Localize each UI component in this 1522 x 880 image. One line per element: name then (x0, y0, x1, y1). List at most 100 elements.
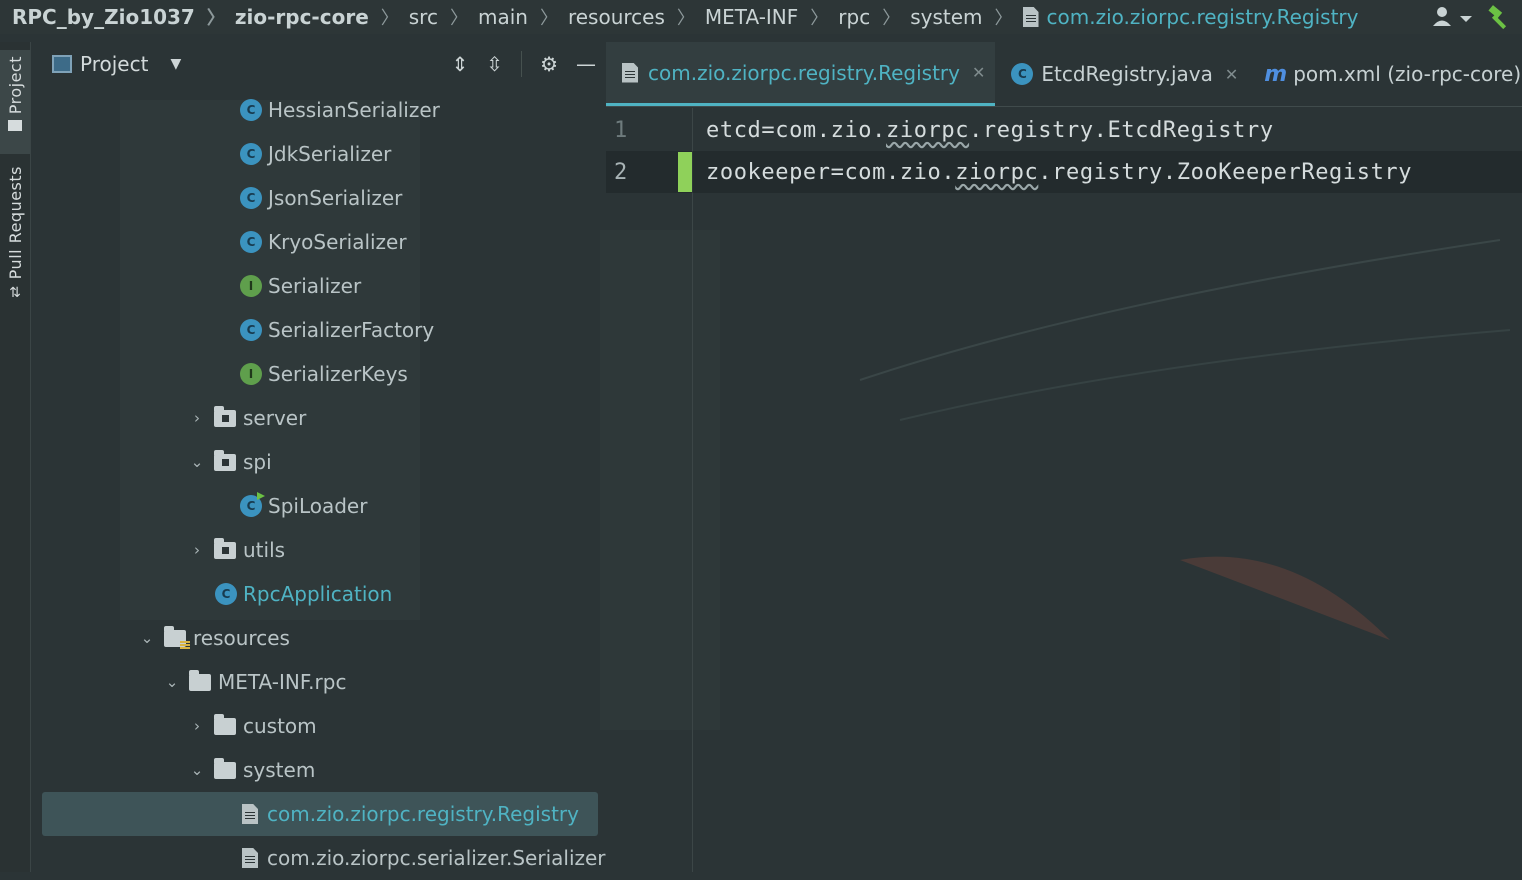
tree-item-label: spi (243, 450, 272, 474)
tree-item-label: com.zio.ziorpc.serializer.Serializer (267, 846, 606, 870)
chevron-down-icon[interactable]: ⌄ (165, 673, 179, 691)
tree-item-hessianserializer[interactable]: C HessianSerializer (240, 88, 440, 132)
chevron-down-icon[interactable]: ⌄ (190, 453, 204, 471)
file-icon (242, 804, 258, 824)
pull-requests-tool-label: Pull Requests (5, 166, 25, 280)
class-icon: C (240, 143, 262, 165)
tree-item-label: custom (243, 714, 317, 738)
tab-label: EtcdRegistry.java (1041, 62, 1213, 86)
tree-item-kryoserializer[interactable]: C KryoSerializer (240, 220, 407, 264)
project-panel: Project ▼ ⇕ ⇳ ⚙ — C HessianSerializer C … (32, 42, 606, 872)
tree-item-label: SerializerFactory (268, 318, 435, 342)
package-folder-icon (214, 405, 236, 427)
tree-item-resources[interactable]: ⌄ resources (140, 616, 290, 660)
tab-label: com.zio.ziorpc.registry.Registry (648, 60, 960, 85)
tree-item-spiloader[interactable]: C SpiLoader (240, 484, 367, 528)
pull-request-icon: ⇅ (9, 285, 21, 302)
tree-item-serializer-file[interactable]: com.zio.ziorpc.serializer.Serializer (242, 836, 606, 880)
build-hammer-icon[interactable] (1486, 4, 1512, 30)
file-icon (242, 848, 258, 868)
tree-item-label: utils (243, 538, 286, 562)
breadcrumb-item-project[interactable]: RPC_by_Zio1037 (0, 5, 195, 29)
tree-item-serializer[interactable]: I Serializer (240, 264, 361, 308)
tab-pom-xml[interactable]: m pom.xml (zio-rpc-core) ✕ (1248, 42, 1522, 106)
tree-item-label: RpcApplication (243, 582, 393, 606)
pull-requests-tool-button[interactable]: Pull Requests ⇅ (0, 166, 30, 314)
chevron-right-icon[interactable]: › (190, 717, 204, 735)
folder-icon (214, 757, 236, 779)
code-line-current[interactable]: 2 zookeeper=com.zio.ziorpc.registry.ZooK… (606, 151, 1522, 193)
chevron-right-icon: 〉 (539, 8, 558, 29)
project-view-selector[interactable]: Project ▼ (52, 52, 181, 76)
tree-item-meta-inf-rpc[interactable]: ⌄ META-INF.rpc (165, 660, 346, 704)
breadcrumb-item-rpc[interactable]: 〉 rpc (798, 4, 870, 30)
class-icon: C (240, 231, 262, 253)
chevron-down-icon[interactable]: ⌄ (190, 761, 204, 779)
tree-item-registry-file[interactable]: com.zio.ziorpc.registry.Registry (42, 792, 598, 836)
tree-item-label: HessianSerializer (268, 98, 440, 122)
code-line[interactable]: 1 etcd=com.zio.ziorpc.registry.EtcdRegis… (606, 109, 1522, 151)
breadcrumb-item-system[interactable]: 〉 system (870, 4, 982, 30)
tree-item-server[interactable]: › server (190, 396, 306, 440)
tree-item-label: KryoSerializer (268, 230, 407, 254)
tab-label: pom.xml (zio-rpc-core) (1293, 62, 1522, 86)
tree-item-rpcapplication[interactable]: C RpcApplication (215, 572, 392, 616)
tree-item-serializerkeys[interactable]: I SerializerKeys (240, 352, 408, 396)
breadcrumb-item-main[interactable]: 〉 main (438, 4, 528, 30)
project-tool-button[interactable]: Project (0, 50, 30, 154)
breadcrumb-item-module[interactable]: 〉 zio-rpc-core (195, 4, 369, 30)
runnable-class-icon: C (240, 492, 265, 517)
minimize-icon[interactable]: — (576, 52, 596, 76)
chevron-right-icon: 〉 (882, 8, 901, 29)
project-panel-header: Project ▼ ⇕ ⇳ ⚙ — (32, 42, 604, 86)
package-folder-icon (214, 449, 236, 471)
chevron-right-icon: 〉 (676, 8, 695, 29)
code-text[interactable]: etcd=com.zio.ziorpc.registry.EtcdRegistr… (706, 118, 1274, 143)
breadcrumb-item-resources[interactable]: 〉 resources (528, 4, 665, 30)
chevron-down-icon[interactable]: ▼ (170, 56, 181, 72)
editor-gutter (606, 108, 693, 872)
tree-item-jdkserializer[interactable]: C JdkSerializer (240, 132, 391, 176)
project-tool-label: Project (5, 56, 25, 115)
toolbar-divider (521, 51, 523, 77)
editor-area: com.zio.ziorpc.registry.Registry ✕ C Etc… (606, 42, 1522, 872)
breadcrumb-item-meta-inf[interactable]: 〉 META-INF (665, 4, 798, 30)
breadcrumb-item-file[interactable]: 〉 com.zio.ziorpc.registry.Registry (983, 4, 1359, 30)
file-icon (1022, 7, 1039, 27)
tree-item-spi[interactable]: ⌄ spi (190, 440, 272, 484)
resources-folder-icon (164, 625, 190, 650)
collapse-all-icon[interactable]: ⇳ (486, 52, 503, 76)
tree-item-system[interactable]: ⌄ system (190, 748, 315, 792)
tree-item-utils[interactable]: › utils (190, 528, 285, 572)
chevron-right-icon: 〉 (380, 8, 399, 29)
tree-item-label: JsonSerializer (268, 186, 403, 210)
interface-icon: I (240, 363, 262, 385)
tree-item-label: com.zio.ziorpc.registry.Registry (267, 802, 579, 826)
tree-item-custom[interactable]: › custom (190, 704, 317, 748)
chevron-right-icon: 〉 (810, 8, 829, 29)
expand-all-icon[interactable]: ⇕ (452, 52, 469, 76)
project-view-icon (52, 55, 72, 73)
user-menu-icon[interactable] (1432, 5, 1474, 29)
chevron-right-icon: 〉 (206, 8, 225, 29)
chevron-right-icon[interactable]: › (190, 541, 204, 559)
code-text[interactable]: zookeeper=com.zio.ziorpc.registry.ZooKee… (706, 160, 1412, 185)
tree-item-label: META-INF.rpc (218, 670, 347, 694)
folder-icon (8, 120, 22, 132)
breadcrumb-item-src[interactable]: 〉 src (369, 4, 438, 30)
editor-tab-bar: com.zio.ziorpc.registry.Registry ✕ C Etc… (606, 42, 1522, 107)
close-icon[interactable]: ✕ (1225, 65, 1238, 84)
tab-registry[interactable]: com.zio.ziorpc.registry.Registry ✕ (606, 42, 996, 106)
change-marker[interactable] (678, 152, 692, 192)
tree-item-serializerfactory[interactable]: C SerializerFactory (240, 308, 434, 352)
tree-item-label: system (243, 758, 316, 782)
settings-gear-icon[interactable]: ⚙ (540, 52, 558, 76)
chevron-right-icon[interactable]: › (190, 409, 204, 427)
tree-item-jsonserializer[interactable]: C JsonSerializer (240, 176, 402, 220)
tab-etcdregistry[interactable]: C EtcdRegistry.java ✕ (995, 42, 1248, 106)
class-icon: C (240, 99, 262, 121)
close-icon[interactable]: ✕ (972, 63, 985, 82)
tree-item-label: server (243, 406, 307, 430)
tree-item-label: Serializer (268, 274, 362, 298)
chevron-down-icon[interactable]: ⌄ (140, 629, 154, 647)
